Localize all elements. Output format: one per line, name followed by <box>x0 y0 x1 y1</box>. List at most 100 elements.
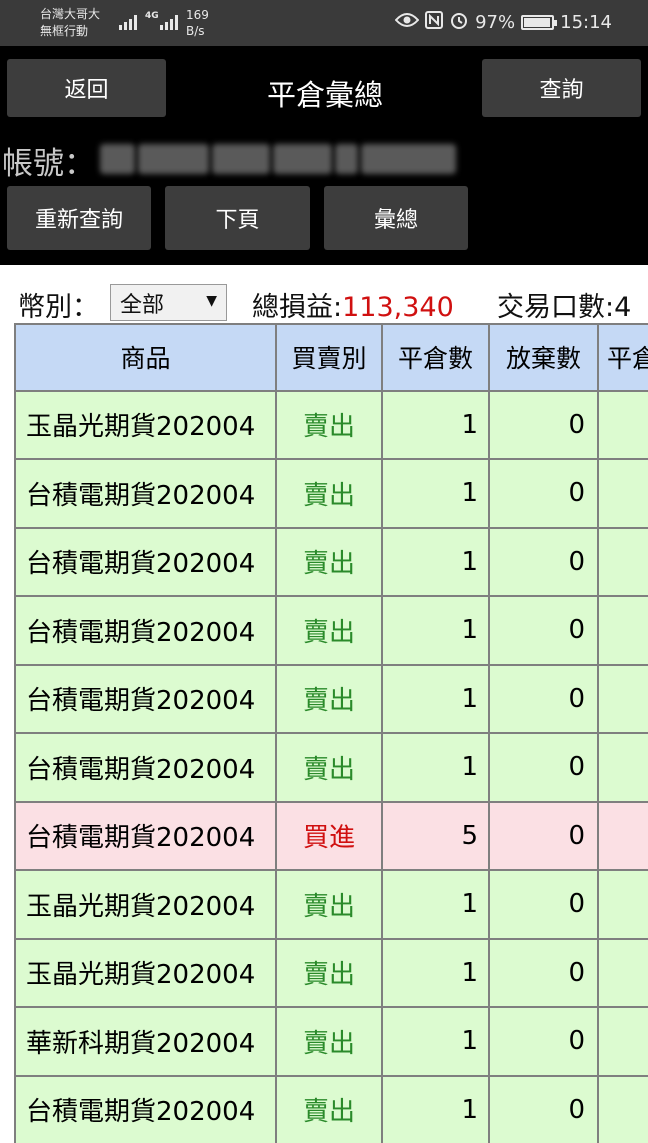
cell-side: 賣出 <box>277 665 383 734</box>
cell-closed: 1 <box>383 734 490 803</box>
signal-strength-2-icon <box>160 14 178 30</box>
cell-closed: 5 <box>383 802 490 871</box>
table-row[interactable]: 台積電期貨202004 賣出 1 0 <box>14 665 648 734</box>
carrier-name: 台灣大哥大 無框行動 <box>40 7 101 38</box>
cell-closed: 1 <box>383 528 490 597</box>
cell-product: 玉晶光期貨202004 <box>14 391 277 460</box>
cell-extra <box>599 939 648 1008</box>
trade-count: 交易口數:4 <box>497 292 632 323</box>
cell-extra <box>599 871 648 940</box>
cell-closed: 1 <box>383 391 490 460</box>
signal-strength-icon <box>119 14 137 30</box>
account-label: 帳號： <box>2 146 95 182</box>
cell-extra <box>599 1008 648 1077</box>
table-row[interactable]: 台積電期貨202004 賣出 1 0 <box>14 597 648 666</box>
cell-abandoned: 0 <box>490 939 599 1008</box>
positions-table: 商品 買賣別 平倉數 放棄數 平倉 玉晶光期貨202004 賣出 1 0 台積電… <box>14 323 648 1143</box>
dropdown-arrow-icon: ▼ <box>206 293 217 309</box>
cell-side: 賣出 <box>277 391 383 460</box>
cell-product: 台積電期貨202004 <box>14 1076 277 1143</box>
cell-abandoned: 0 <box>490 734 599 803</box>
cell-abandoned: 0 <box>490 528 599 597</box>
cell-product: 玉晶光期貨202004 <box>14 871 277 940</box>
cell-closed: 1 <box>383 1076 490 1143</box>
cell-abandoned: 0 <box>490 871 599 940</box>
next-page-button[interactable]: 下頁 <box>165 186 310 250</box>
cell-side: 賣出 <box>277 528 383 597</box>
currency-select[interactable]: 全部 ▼ <box>110 284 227 321</box>
cell-extra <box>599 1076 648 1143</box>
cell-extra <box>599 665 648 734</box>
column-header-abandoned: 放棄數 <box>490 323 599 392</box>
table-row[interactable]: 台積電期貨202004 賣出 1 0 <box>14 1076 648 1143</box>
cell-product: 台積電期貨202004 <box>14 802 277 871</box>
cell-extra <box>599 460 648 529</box>
column-header-product: 商品 <box>14 323 277 392</box>
cell-extra <box>599 528 648 597</box>
cell-side: 賣出 <box>277 460 383 529</box>
clock: 15:14 <box>560 12 612 33</box>
cell-product: 台積電期貨202004 <box>14 665 277 734</box>
total-pnl-label: 總損益: <box>252 292 343 323</box>
cell-side: 賣出 <box>277 939 383 1008</box>
cell-closed: 1 <box>383 871 490 940</box>
column-header-closed: 平倉數 <box>383 323 490 392</box>
total-pnl: 總損益:113,340 <box>252 285 454 324</box>
table-row[interactable]: 玉晶光期貨202004 賣出 1 0 <box>14 939 648 1008</box>
network-speed: 169 B/s <box>186 8 209 38</box>
cell-product: 台積電期貨202004 <box>14 734 277 803</box>
summary-button[interactable]: 彙總 <box>324 186 468 250</box>
cell-extra <box>599 391 648 460</box>
requery-button[interactable]: 重新查詢 <box>7 186 151 250</box>
cell-side: 賣出 <box>277 1008 383 1077</box>
cell-side: 賣出 <box>277 1076 383 1143</box>
total-pnl-value: 113,340 <box>342 292 454 323</box>
currency-label: 幣別： <box>18 292 99 323</box>
column-header-side: 買賣別 <box>277 323 383 392</box>
cell-abandoned: 0 <box>490 1076 599 1143</box>
table-header-row: 商品 買賣別 平倉數 放棄數 平倉 <box>14 323 648 392</box>
cell-closed: 1 <box>383 939 490 1008</box>
cell-abandoned: 0 <box>490 597 599 666</box>
cell-side: 賣出 <box>277 734 383 803</box>
cell-closed: 1 <box>383 665 490 734</box>
cell-product: 華新科期貨202004 <box>14 1008 277 1077</box>
cell-closed: 1 <box>383 597 490 666</box>
query-button[interactable]: 查詢 <box>482 59 641 117</box>
cell-extra <box>599 597 648 666</box>
battery-icon <box>521 15 558 30</box>
cell-closed: 1 <box>383 1008 490 1077</box>
table-row[interactable]: 華新科期貨202004 賣出 1 0 <box>14 1008 648 1077</box>
cell-product: 玉晶光期貨202004 <box>14 939 277 1008</box>
cell-extra <box>599 802 648 871</box>
cell-closed: 1 <box>383 460 490 529</box>
network-type-indicator: 4G <box>145 11 159 21</box>
cell-abandoned: 0 <box>490 802 599 871</box>
cell-product: 台積電期貨202004 <box>14 460 277 529</box>
currency-select-value: 全部 <box>120 292 165 318</box>
table-row[interactable]: 玉晶光期貨202004 賣出 1 0 <box>14 871 648 940</box>
table-row[interactable]: 台積電期貨202004 賣出 1 0 <box>14 734 648 803</box>
summary-bar: 幣別： 全部 ▼ 總損益:113,340 交易口數:4 <box>0 282 648 324</box>
status-bar: 台灣大哥大 無框行動 4G 169 B/s 97% 15:14 <box>0 0 648 46</box>
table-row[interactable]: 台積電期貨202004 買進 5 0 <box>14 802 648 871</box>
app-header: 返回 平倉彙總 查詢 帳號： 重新查詢 下頁 彙總 <box>0 46 648 265</box>
battery-percent: 97% <box>475 12 516 33</box>
cell-abandoned: 0 <box>490 391 599 460</box>
cell-abandoned: 0 <box>490 665 599 734</box>
cell-side: 買進 <box>277 802 383 871</box>
status-right: 97% 15:14 <box>394 10 612 35</box>
table-row[interactable]: 台積電期貨202004 賣出 1 0 <box>14 528 648 597</box>
cell-product: 台積電期貨202004 <box>14 597 277 666</box>
cell-extra <box>599 734 648 803</box>
alarm-icon <box>449 10 469 35</box>
table-row[interactable]: 玉晶光期貨202004 賣出 1 0 <box>14 391 648 460</box>
column-header-extra: 平倉 <box>599 323 648 392</box>
cell-abandoned: 0 <box>490 460 599 529</box>
cell-side: 賣出 <box>277 597 383 666</box>
page-title: 平倉彙總 <box>266 78 383 112</box>
back-button[interactable]: 返回 <box>7 59 166 117</box>
cell-product: 台積電期貨202004 <box>14 528 277 597</box>
cell-abandoned: 0 <box>490 1008 599 1077</box>
table-row[interactable]: 台積電期貨202004 賣出 1 0 <box>14 460 648 529</box>
